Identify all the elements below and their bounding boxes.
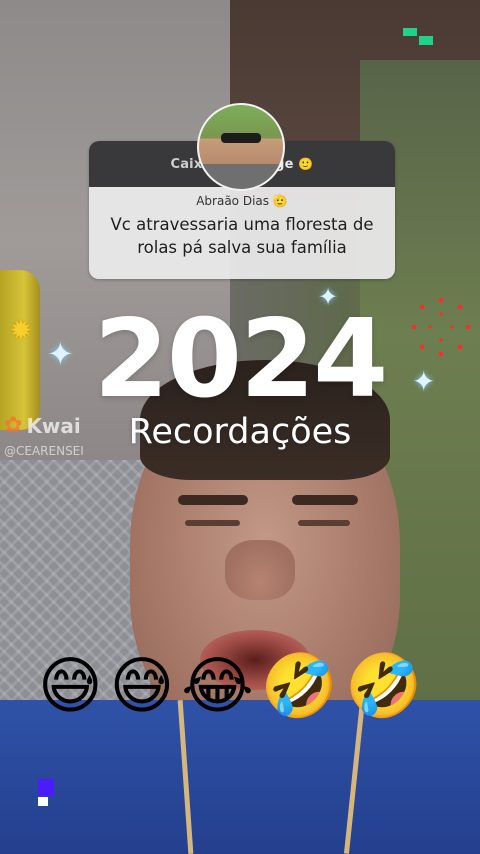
rofl-emoji: 🤣: [344, 649, 423, 722]
tears-of-joy-emoji: 😂: [181, 649, 254, 722]
author-avatar[interactable]: [197, 103, 285, 191]
left-eye: [185, 520, 240, 526]
emoji-row: 😅 😅 😂 🤣 🤣: [38, 655, 422, 717]
left-eyebrow: [178, 495, 248, 505]
pixel-decoration: [403, 28, 417, 36]
blue-shirt: [0, 700, 480, 854]
pixel-decoration: [38, 797, 48, 806]
year-title: 2024: [93, 297, 389, 422]
rofl-emoji: 🤣: [260, 649, 338, 722]
right-eye: [298, 520, 350, 526]
sweat-smile-emoji: 😅: [38, 649, 103, 722]
sweat-smile-emoji: 😅: [109, 649, 175, 722]
memories-subtitle: Recordações: [128, 412, 352, 452]
pixel-decoration: [38, 779, 54, 796]
pixel-decoration: [419, 36, 433, 45]
question-author: Abraão Dias 🫡: [196, 194, 288, 208]
smiley-icon: 🙂: [298, 156, 314, 171]
sunglasses: [221, 133, 261, 143]
question-text: Vc atravessaria uma floresta de rolas pá…: [110, 215, 374, 257]
nose: [225, 540, 295, 600]
right-eyebrow: [292, 495, 358, 505]
